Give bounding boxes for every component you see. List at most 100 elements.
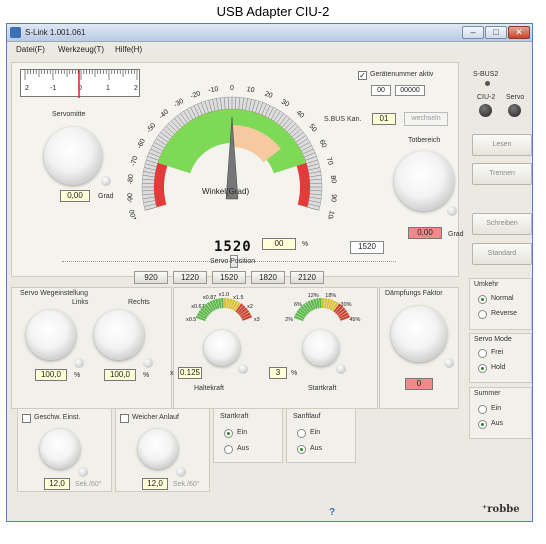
gauge-tick-label: 40 <box>295 109 306 119</box>
kraft-tick-label: 30% <box>341 302 352 308</box>
rechts-value[interactable]: 100,0 <box>104 369 136 381</box>
totbereich-value[interactable]: 0,00 <box>408 227 442 239</box>
gauge-tick-label: -50 <box>146 122 158 134</box>
gauge-tick-label: -20 <box>190 90 202 100</box>
servo-mode-title: Servo Mode <box>474 336 512 343</box>
startkraft-ein-label: Ein <box>237 429 248 436</box>
position-percent-unit: % <box>302 241 309 248</box>
links-indicator <box>74 358 84 368</box>
kraft-segment <box>224 298 227 309</box>
rechts-label: Rechts <box>128 299 150 306</box>
weicher-label: Weicher Anlauf <box>132 414 179 421</box>
umkehr-reverse-label: Reverse <box>491 310 518 317</box>
menu-bar: Datei(F) Werkzeug(T) Hilfe(H) <box>7 43 532 58</box>
servomitte-value[interactable]: 0,00 <box>60 190 90 202</box>
servo-mode-frei-radio[interactable] <box>478 349 487 358</box>
weicher-knob[interactable] <box>138 429 178 469</box>
startkraft-unit: % <box>291 370 298 377</box>
servomitte-label: Servomitte <box>52 111 86 118</box>
maximize-button[interactable]: □ <box>485 26 507 39</box>
sanftlauf-ein-radio[interactable] <box>297 429 306 438</box>
sanftlauf-aus-radio[interactable] <box>297 445 306 454</box>
gauge-tick-label: -100 <box>129 208 139 219</box>
geschw-value[interactable]: 12,0 <box>44 478 70 490</box>
weicher-value[interactable]: 12,0 <box>142 478 168 490</box>
kraft-tick-label: x1.5 <box>233 295 243 301</box>
kraft-tick-label: x3 <box>254 317 260 323</box>
summer-ein-radio[interactable] <box>478 405 487 414</box>
kraft-tick-label: x0.5 <box>186 317 196 323</box>
startkraft-aus-radio[interactable] <box>224 445 233 454</box>
gauge-tick-label: 70 <box>325 156 334 166</box>
gauge-tick-label: 50 <box>307 123 317 134</box>
trennen-button[interactable]: Trennen <box>472 163 532 185</box>
geraet-field2[interactable]: 00000 <box>395 85 425 96</box>
caption: USB Adapter CIU-2 <box>216 4 330 19</box>
geschw-checkbox[interactable] <box>22 414 31 423</box>
sanftlauf-title: Sanftlauf <box>293 413 321 420</box>
totbereich-unit: Grad <box>448 231 464 238</box>
haltekraft-value[interactable]: 0.125 <box>178 367 202 379</box>
weicher-group: Weicher Anlauf 12,0 Sek./60° <box>115 408 210 492</box>
preset-1820[interactable]: 1820 <box>251 271 285 284</box>
summer-title: Summer <box>474 390 501 397</box>
preset-920[interactable]: 920 <box>134 271 168 284</box>
geschw-knob[interactable] <box>40 429 80 469</box>
wegeinstellung-title: Servo Wegeinstellung <box>20 290 88 297</box>
geraet-field1[interactable]: 00 <box>371 85 391 96</box>
daempfung-label: Dämpfungs Faktor <box>385 290 443 297</box>
wechseln-button[interactable]: wechseln <box>404 112 448 126</box>
daempfung-value[interactable]: 0 <box>405 378 433 390</box>
umkehr-normal-radio[interactable] <box>478 295 487 304</box>
weicher-checkbox[interactable] <box>120 414 129 423</box>
daempfung-knob[interactable] <box>391 306 447 362</box>
summer-aus-radio[interactable] <box>478 420 487 429</box>
startkraft-radio-group: Startkraft Ein Aus <box>213 408 283 463</box>
ruler-tick-label: -1 <box>50 85 56 92</box>
window-title: S-Link 1.001.061 <box>25 28 86 37</box>
kraft-tick-label: 2% <box>285 317 293 323</box>
preset-1520[interactable]: 1520 <box>212 271 246 284</box>
totbereich-indicator <box>447 206 457 216</box>
menu-hilfe[interactable]: Hilfe(H) <box>115 45 142 54</box>
lesen-button[interactable]: Lesen <box>472 134 532 156</box>
startkraft-knob[interactable] <box>303 330 339 366</box>
umkehr-group: Umkehr Normal Reverse <box>469 278 532 330</box>
summer-group: Summer Ein Aus <box>469 387 532 439</box>
sbus-kan-value[interactable]: 01 <box>372 113 396 125</box>
weicher-unit: Sek./60° <box>173 481 200 488</box>
totbereich-knob[interactable] <box>394 151 454 211</box>
startkraft-ein-radio[interactable] <box>224 429 233 438</box>
links-unit: % <box>74 372 81 379</box>
position-spinbox[interactable]: 1520 <box>350 241 384 254</box>
preset-1220[interactable]: 1220 <box>173 271 207 284</box>
preset-2120[interactable]: 2120 <box>290 271 324 284</box>
sbus-kan-label: S.BUS Kan. <box>324 116 362 123</box>
links-value[interactable]: 100,0 <box>35 369 67 381</box>
servomitte-knob[interactable] <box>44 127 102 185</box>
menu-datei[interactable]: Datei(F) <box>16 45 45 54</box>
geraet-checkbox[interactable]: ✓ <box>358 71 367 80</box>
haltekraft-knob[interactable] <box>204 330 240 366</box>
gauge-label: Winkel(Grad) <box>202 187 249 196</box>
rechts-unit: % <box>143 372 150 379</box>
servo-position-label: Servo Position <box>210 258 256 265</box>
rechts-knob[interactable] <box>94 310 144 360</box>
position-percent[interactable]: 00 <box>262 238 296 250</box>
servo-mode-group: Servo Mode Frei Hold <box>469 333 532 383</box>
close-button[interactable]: ✕ <box>508 26 530 39</box>
minimize-button[interactable]: – <box>462 26 484 39</box>
servo-mode-hold-radio[interactable] <box>478 364 487 373</box>
servo-mode-frei-label: Frei <box>491 349 504 356</box>
startkraft-value[interactable]: 3 <box>269 367 287 379</box>
umkehr-reverse-radio[interactable] <box>478 310 487 319</box>
umkehr-title: Umkehr <box>474 281 499 288</box>
menu-werkzeug[interactable]: Werkzeug(T) <box>58 45 104 54</box>
schreiben-button[interactable]: Schreiben <box>472 213 532 235</box>
gauge-tick-label: -10 <box>208 86 219 95</box>
help-icon[interactable]: ? <box>329 507 335 518</box>
links-knob[interactable] <box>26 310 76 360</box>
standard-button[interactable]: Standard <box>472 243 532 265</box>
geraet-label: Gerätenummer aktiv <box>370 71 434 78</box>
haltekraft-label: Haltekraft <box>194 385 224 392</box>
